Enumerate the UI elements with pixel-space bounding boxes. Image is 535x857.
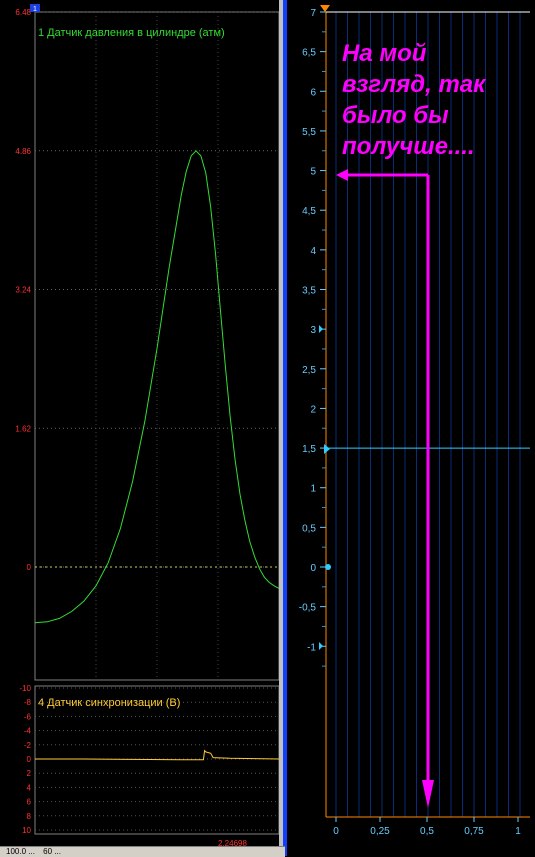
tick-label: 2 — [27, 769, 32, 778]
tick-label: 4.86 — [15, 147, 31, 156]
annotation-line: На мой — [342, 40, 427, 67]
tick-label: 2 — [310, 404, 316, 415]
tick-label: -2 — [24, 741, 32, 750]
tick-label: 6,5 — [302, 48, 316, 59]
tick-label: 0 — [310, 563, 316, 574]
tick-label: 5 — [310, 167, 316, 178]
annotation-line: взгляд, так — [342, 71, 486, 98]
tick-label: 0,5 — [420, 826, 434, 837]
tick-label: 0,75 — [464, 826, 484, 837]
annotation-line: было бы — [342, 102, 449, 129]
window-border — [283, 0, 287, 856]
tick-label: 1.62 — [15, 424, 31, 433]
tick-label: -8 — [24, 698, 32, 707]
channel-marker-label: 1 — [33, 6, 37, 13]
tick-label: 0 — [333, 826, 339, 837]
tick-label: 1 — [515, 826, 521, 837]
tick-label: 6.48 — [15, 8, 31, 17]
status-bar: 100.0 ... 60 ... — [0, 846, 285, 857]
tick-label: 7 — [310, 8, 316, 19]
tick-label: 4,5 — [302, 206, 316, 217]
tick-label: 1,5 — [302, 444, 316, 455]
tick-label: 0 — [27, 563, 32, 572]
tick-label: -10 — [19, 684, 31, 693]
tick-label: 3 — [310, 325, 316, 336]
annotation-text: На мой взгляд, так было бы получше.... — [342, 38, 532, 162]
tick-label: 3,5 — [302, 286, 316, 297]
tick-label: 5,5 — [302, 127, 316, 138]
tick-label: 1 — [310, 484, 316, 495]
annotation-line: получше.... — [342, 133, 475, 160]
tick-label: 0 — [27, 755, 32, 764]
zero-marker[interactable] — [325, 564, 331, 570]
tick-label: 0,5 — [302, 523, 316, 534]
window-scrollbar[interactable] — [279, 0, 283, 856]
bottom-chart-title: 4 Датчик синхронизации (В) — [38, 697, 180, 709]
tick-label: -1 — [307, 642, 316, 653]
tick-label: -4 — [24, 727, 32, 736]
tick-label: 2,5 — [302, 365, 316, 376]
tick-label: 4 — [27, 783, 32, 792]
top-chart-title: 1 Датчик давления в цилиндре (атм) — [38, 27, 225, 39]
tick-label: 6 — [27, 798, 32, 807]
tick-label: 8 — [27, 812, 32, 821]
tick-label: 0,25 — [370, 826, 390, 837]
tick-label: 4 — [310, 246, 316, 257]
tick-label: -6 — [24, 712, 32, 721]
tick-label: 10 — [22, 826, 31, 835]
tick-label: 3.24 — [15, 286, 31, 295]
tick-label: 6 — [310, 87, 316, 98]
tick-label: -0,5 — [299, 603, 317, 614]
